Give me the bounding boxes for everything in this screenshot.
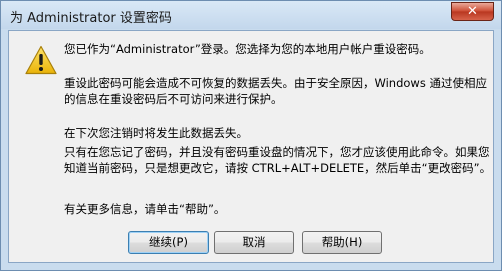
close-button[interactable]: ✕: [451, 2, 494, 21]
continue-button[interactable]: 继续(P): [128, 231, 209, 254]
cancel-button[interactable]: 取消: [214, 231, 294, 254]
close-icon: ✕: [467, 4, 478, 19]
message-logout-note: 在下次您注销时将发生此数据丢失。: [64, 126, 248, 140]
title-bar[interactable]: 为 Administrator 设置密码 ✕: [1, 1, 501, 29]
message-usage-advice: 只有在您忘记了密码，并且没有密码重设盘的情况下，您才应该使用此命令。如果您知道当…: [64, 145, 492, 175]
message-intro: 您已作为“Administrator”登录。您选择为您的本地用户帐户重设密码。: [64, 42, 431, 56]
message-help-hint: 有关更多信息，请单击“帮助”。: [64, 202, 226, 216]
dialog-window: 为 Administrator 设置密码 ✕ 您已作为“Administrato…: [0, 0, 502, 271]
dialog-content: 您已作为“Administrator”登录。您选择为您的本地用户帐户重设密码。 …: [8, 30, 494, 263]
message-data-loss-warning: 重设此密码可能会造成不可恢复的数据丢失。由于安全原因，Windows 通过使相应…: [64, 76, 487, 106]
help-button[interactable]: 帮助(H): [302, 231, 382, 254]
warning-icon: [25, 45, 57, 75]
window-title: 为 Administrator 设置密码: [10, 11, 172, 26]
